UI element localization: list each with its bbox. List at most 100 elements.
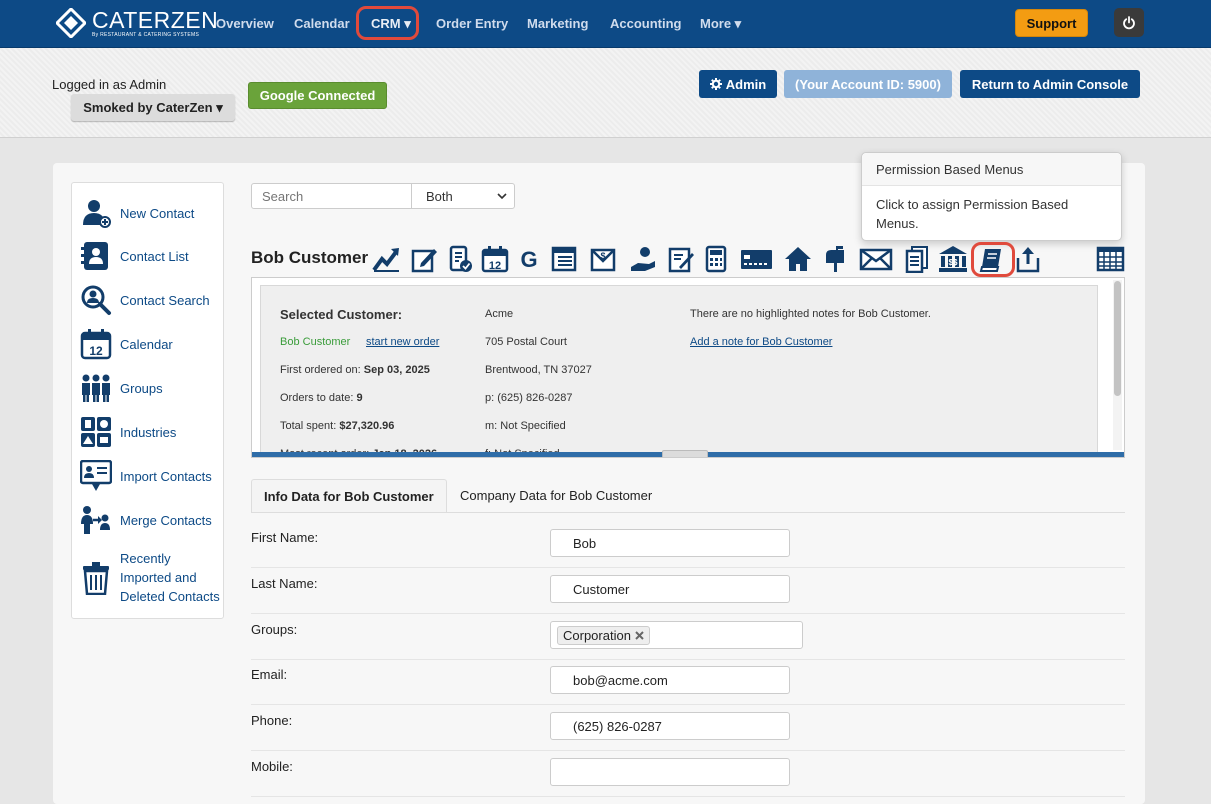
groups-icon: [82, 374, 110, 402]
crm-sidebar: New Contact Contact List Contact Search …: [71, 182, 224, 619]
notes-message: There are no highlighted notes for Bob C…: [690, 308, 931, 320]
sales-trend-icon[interactable]: [372, 245, 400, 273]
nav-accounting[interactable]: Accounting: [610, 16, 682, 31]
google-connected-button[interactable]: Google Connected: [248, 82, 387, 109]
industries-icon: [81, 417, 111, 447]
order-history-icon[interactable]: [446, 245, 474, 273]
svg-text:G: G: [520, 247, 537, 272]
google-icon[interactable]: G: [515, 245, 543, 273]
calendar-icon[interactable]: 12: [481, 245, 509, 273]
nav-order-entry[interactable]: Order Entry: [436, 16, 508, 31]
add-note-link[interactable]: Add a note for Bob Customer: [690, 336, 832, 348]
groups-label: Groups:: [251, 622, 298, 637]
edit-contact-icon[interactable]: [410, 245, 438, 273]
admin-label: Admin: [725, 76, 767, 92]
sidebar-item-contact-list[interactable]: Contact List: [80, 240, 189, 272]
sidebar-label: Import Contacts: [120, 468, 212, 484]
invoice-ledger-icon[interactable]: [550, 245, 578, 273]
trash-icon: [83, 561, 109, 595]
first-name-label: First Name:: [251, 530, 319, 545]
permission-menus-highlight: [971, 242, 1015, 277]
support-button[interactable]: Support: [1015, 9, 1088, 37]
sidebar-item-import-contacts[interactable]: Import Contacts: [80, 460, 212, 492]
start-new-order-link[interactable]: start new order: [366, 336, 439, 348]
expand-handle[interactable]: [662, 450, 708, 457]
last-name-field[interactable]: Customer: [550, 575, 790, 603]
nav-marketing[interactable]: Marketing: [527, 16, 588, 31]
nav-calendar[interactable]: Calendar: [294, 16, 350, 31]
phone-text: p: (625) 826-0287: [485, 392, 573, 404]
home-icon[interactable]: [784, 245, 812, 273]
nav-more[interactable]: More ▾: [700, 16, 741, 32]
nav-overview[interactable]: Overview: [216, 16, 274, 31]
account-id-button: (Your Account ID: 5900): [784, 70, 952, 98]
email-field[interactable]: bob@acme.com: [550, 666, 790, 694]
email-label: Email:: [251, 667, 288, 682]
account-dropdown[interactable]: Smoked by CaterZen ▾: [71, 94, 235, 121]
contact-search-icon: [81, 285, 111, 315]
customer-info-inner: Selected Customer: Bob Customer start ne…: [260, 285, 1098, 457]
sidebar-item-new-contact[interactable]: New Contact: [80, 197, 194, 229]
customer-title: Bob Customer: [251, 248, 369, 267]
first-ordered-label: First ordered on:: [280, 364, 364, 376]
credit-card-icon[interactable]: [740, 245, 773, 273]
sidebar-item-industries[interactable]: Industries: [80, 416, 176, 448]
new-contact-icon: [83, 200, 111, 228]
search-scope-select[interactable]: Both: [411, 183, 515, 209]
return-admin-console-button[interactable]: Return to Admin Console: [960, 70, 1140, 98]
export-share-icon[interactable]: [1014, 245, 1042, 273]
crm-highlight: [356, 6, 419, 40]
envelope-icon[interactable]: [859, 245, 893, 273]
sidebar-item-recently-imported[interactable]: Recently Imported and Deleted Contacts: [80, 549, 224, 606]
caterzen-logo[interactable]: CATERZEN By RESTAURANT & CATERING SYSTEM…: [56, 8, 218, 38]
calculator-icon[interactable]: [702, 245, 730, 273]
customer-name-link[interactable]: Bob Customer: [280, 336, 350, 348]
tab-company-data[interactable]: Company Data for Bob Customer: [448, 479, 664, 513]
merge-contacts-icon: [81, 506, 110, 534]
contract-sign-icon[interactable]: [667, 245, 695, 273]
info-scrollbar-thumb[interactable]: [1114, 281, 1121, 396]
tooltip-title: Permission Based Menus: [862, 153, 1121, 186]
spent-value: $27,320.96: [339, 420, 395, 432]
tab-divider: [251, 512, 1125, 513]
tab-info-data[interactable]: Info Data for Bob Customer: [251, 479, 447, 513]
power-button[interactable]: [1114, 8, 1144, 37]
sidebar-item-groups[interactable]: Groups: [80, 372, 163, 404]
first-name-field[interactable]: Bob: [550, 529, 790, 557]
svg-text:12: 12: [489, 260, 501, 272]
sidebar-label: New Contact: [120, 205, 195, 221]
svg-text:$: $: [600, 251, 605, 261]
sidebar-label: Merge Contacts: [120, 512, 212, 528]
remove-tag-icon[interactable]: [635, 631, 644, 640]
logged-in-text: Logged in as Admin: [52, 77, 167, 92]
contact-search-input[interactable]: [251, 183, 412, 209]
sidebar-label: Contact List: [120, 248, 189, 264]
sidebar-label: Contact Search: [120, 292, 210, 308]
mobile-label: Mobile:: [251, 759, 293, 774]
svg-text:$$: $$: [949, 258, 958, 267]
form-row-mobile: Mobile:: [251, 751, 1125, 797]
payment-hand-icon[interactable]: [629, 245, 657, 273]
email-invoice-icon[interactable]: $: [589, 245, 617, 273]
spent-label: Total spent:: [280, 420, 340, 432]
mailbox-icon[interactable]: [822, 245, 850, 273]
grid-table-icon[interactable]: [1096, 245, 1125, 273]
form-row-phone: Phone: (625) 826-0287: [251, 705, 1125, 751]
orders-value: 9: [356, 392, 363, 404]
mobile-field[interactable]: [550, 758, 790, 786]
sidebar-item-calendar[interactable]: 12 Calendar: [80, 328, 173, 360]
documents-icon[interactable]: [903, 245, 931, 273]
admin-button[interactable]: Admin: [699, 70, 777, 98]
sidebar-item-merge-contacts[interactable]: Merge Contacts: [80, 504, 212, 536]
mobile-text: m: Not Specified: [485, 420, 566, 432]
sidebar-item-contact-search[interactable]: Contact Search: [80, 284, 210, 316]
phone-field[interactable]: (625) 826-0287: [550, 712, 790, 740]
search-scope-value: Both: [426, 189, 453, 204]
address-line-1: 705 Postal Court: [485, 336, 567, 348]
address-line-2: Brentwood, TN 37027: [485, 364, 592, 376]
tooltip-body: Click to assign Permission Based Menus.: [876, 197, 1069, 231]
orders-label: Orders to date:: [280, 392, 357, 404]
bank-icon[interactable]: $$: [938, 245, 968, 273]
sidebar-label: Recently Imported and Deleted Contacts: [120, 551, 220, 604]
groups-tag-input[interactable]: Corporation: [550, 621, 803, 649]
